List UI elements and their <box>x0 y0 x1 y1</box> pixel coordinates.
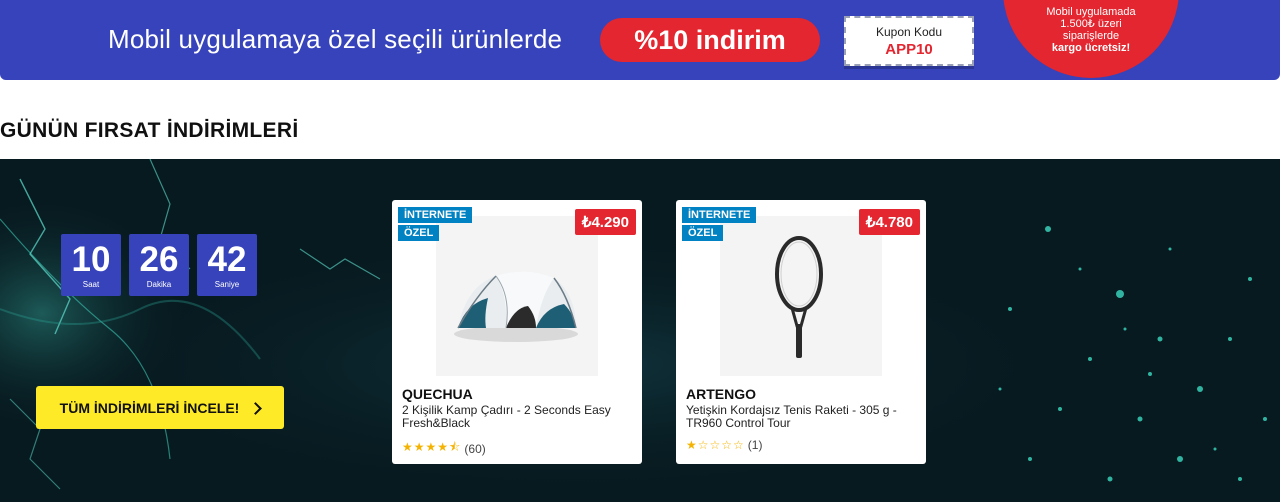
product-brand: QUECHUA <box>402 386 473 402</box>
view-all-deals-button[interactable]: TÜM İNDİRİMLERİ İNCELE! <box>36 386 284 429</box>
view-all-deals-label: TÜM İNDİRİMLERİ İNCELE! <box>59 399 240 416</box>
product-card[interactable]: İNTERNETE ÖZEL ₺4.290 QUECHUA 2 Kişilik … <box>392 200 642 464</box>
deals-panel: 10 Saat 26 Dakika 42 Saniye TÜM İNDİRİML… <box>0 159 1280 502</box>
seconds-label: Saniye <box>214 279 240 289</box>
product-rating: ★★★★⯪ (60) <box>402 438 486 459</box>
review-count: (1) <box>747 438 763 452</box>
online-exclusive-badge: İNTERNETE ÖZEL <box>398 205 473 241</box>
price-tag: ₺4.780 <box>858 209 920 235</box>
countdown-seconds: 42 Saniye <box>197 234 257 296</box>
coupon-label: Kupon Kodu <box>875 24 943 39</box>
free-shipping-text: Mobil uygulamada 1.500₺ üzeri siparişler… <box>1010 6 1172 54</box>
cargo-line-1: Mobil uygulamada <box>1046 6 1136 18</box>
price-tag: ₺4.290 <box>574 209 636 235</box>
discount-pill: %10 indirim <box>600 18 820 62</box>
seconds-value: 42 <box>207 239 247 279</box>
cargo-line-4: kargo ücretsiz! <box>1051 42 1131 54</box>
chevron-right-icon <box>249 401 263 415</box>
hours-value: 10 <box>71 239 111 279</box>
product-name[interactable]: Yetişkin Kordajsız Tenis Raketi - 305 g … <box>686 404 918 430</box>
cargo-line-2: 1.500₺ üzeri <box>1060 18 1122 30</box>
minutes-value: 26 <box>139 239 179 279</box>
review-count: (60) <box>464 441 486 456</box>
coupon-box: Kupon Kodu APP10 <box>844 16 974 66</box>
minutes-label: Dakika <box>146 279 172 289</box>
badge-line-2: ÖZEL <box>682 225 724 241</box>
badge-line-2: ÖZEL <box>398 225 440 241</box>
product-brand: ARTENGO <box>686 386 756 402</box>
countdown-timer: 10 Saat 26 Dakika 42 Saniye <box>61 234 257 296</box>
badge-line-1: İNTERNETE <box>398 207 473 223</box>
product-card[interactable]: İNTERNETE ÖZEL ₺4.780 ARTENGO Yetişkin K… <box>676 200 926 464</box>
countdown-hours: 10 Saat <box>61 234 121 296</box>
product-rating: ★☆☆☆☆ (1) <box>686 438 762 452</box>
star-rating-icon: ★☆☆☆☆ <box>686 438 745 452</box>
section-title: GÜNÜN FIRSAT İNDİRİMLERİ <box>0 119 299 142</box>
hours-label: Saat <box>82 279 100 289</box>
product-name[interactable]: 2 Kişilik Kamp Çadırı - 2 Seconds Easy F… <box>402 404 634 430</box>
promo-text: Mobil uygulamaya özel seçili ürünlerde <box>108 24 563 54</box>
countdown-minutes: 26 Dakika <box>129 234 189 296</box>
online-exclusive-badge: İNTERNETE ÖZEL <box>682 205 757 241</box>
coupon-code: APP10 <box>885 40 933 58</box>
star-rating-icon: ★★★★⯪ <box>402 440 462 454</box>
promo-banner[interactable]: Mobil uygulamaya özel seçili ürünlerde %… <box>0 0 1280 80</box>
badge-line-1: İNTERNETE <box>682 207 757 223</box>
cargo-line-3: siparişlerde <box>1062 30 1120 42</box>
